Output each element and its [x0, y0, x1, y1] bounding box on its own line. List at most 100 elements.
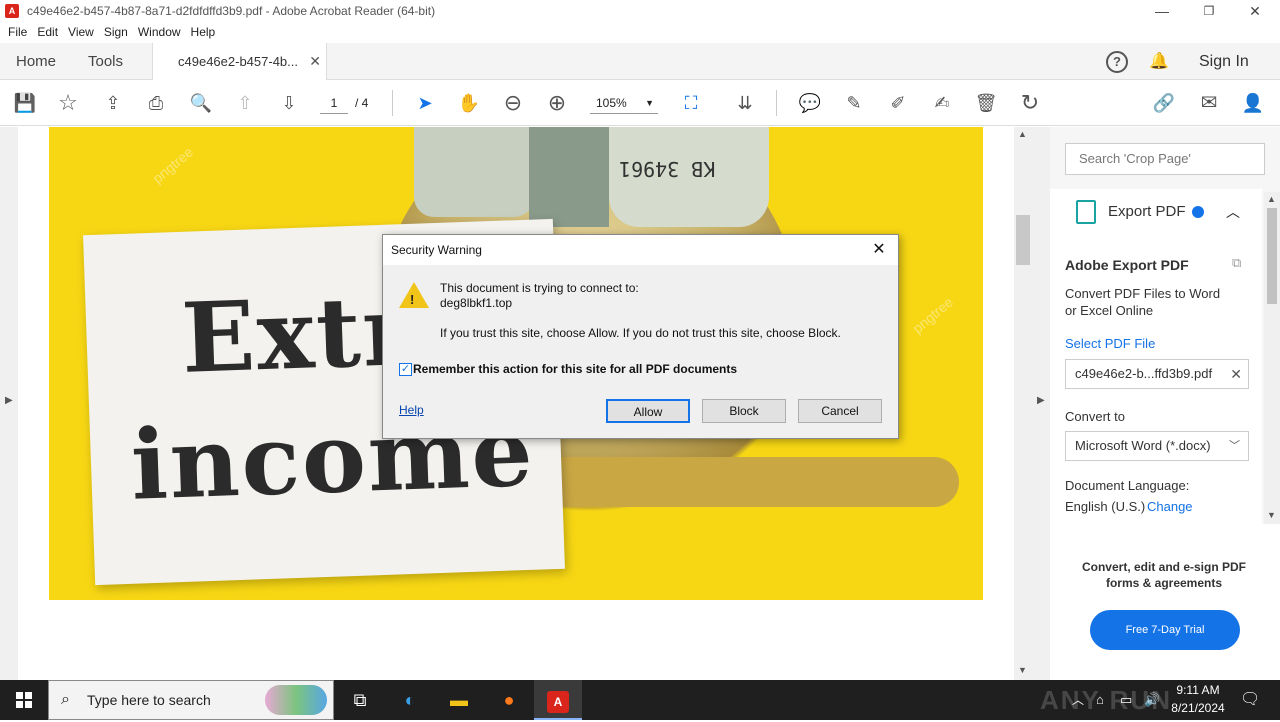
- scroll-down-icon[interactable]: ▼: [1018, 665, 1027, 675]
- search-zoom-icon[interactable]: 🔍: [188, 90, 214, 116]
- upload-icon[interactable]: ⇪: [100, 90, 126, 116]
- scroll-up-icon[interactable]: ▲: [1018, 129, 1027, 139]
- clear-file-icon[interactable]: ✕: [1230, 360, 1242, 388]
- volume-icon[interactable]: 🔊: [1144, 680, 1160, 720]
- tab-tools[interactable]: Tools: [88, 43, 123, 80]
- page-total: / 4: [355, 96, 369, 110]
- save-icon[interactable]: 💾: [12, 90, 38, 116]
- copy-icon[interactable]: ⧉: [1232, 255, 1241, 271]
- share-link-icon[interactable]: 🔗: [1151, 90, 1177, 116]
- promo-section: Convert, edit and e-sign PDF forms & agr…: [1050, 524, 1280, 682]
- menu-help[interactable]: Help: [191, 25, 216, 39]
- print-icon[interactable]: ⎙: [143, 90, 169, 116]
- promo-line-1: Convert, edit and e-sign PDF: [1081, 560, 1246, 574]
- email-icon[interactable]: ✉: [1196, 90, 1222, 116]
- money-roll-image: KB 34961: [609, 127, 769, 227]
- acrobat-taskbar-icon[interactable]: A: [534, 680, 582, 720]
- remember-label[interactable]: Remember this action for this site for a…: [413, 362, 737, 376]
- window-title: c49e46e2-b457-4b87-8a71-d2fdfdffd3b9.pdf…: [27, 4, 436, 18]
- firefox-icon[interactable]: ●: [485, 680, 533, 720]
- taskbar-search-placeholder: Type here to search: [87, 692, 211, 708]
- maximize-button[interactable]: ❐: [1186, 0, 1232, 22]
- cancel-button[interactable]: Cancel: [798, 399, 882, 423]
- card-heading: Adobe Export PDF: [1065, 257, 1189, 273]
- fit-page-icon[interactable]: ⛶: [678, 90, 704, 116]
- task-view-icon[interactable]: ⧉: [336, 680, 384, 720]
- notification-bell-icon[interactable]: 🔔: [1149, 51, 1169, 71]
- clock-time[interactable]: 9:11 AM: [1166, 683, 1230, 697]
- menu-edit[interactable]: Edit: [37, 25, 58, 39]
- tab-document[interactable]: c49e46e2-b457-4b... ✕: [152, 43, 327, 81]
- minimize-button[interactable]: —: [1139, 0, 1185, 22]
- scroll-down-icon[interactable]: ▼: [1267, 510, 1276, 520]
- scrolling-mode-icon[interactable]: ⇊: [732, 90, 758, 116]
- close-window-button[interactable]: ✕: [1232, 0, 1278, 22]
- clock-date[interactable]: 8/21/2024: [1163, 701, 1233, 715]
- toolbar-divider: [776, 90, 777, 116]
- tools-search-input[interactable]: Search 'Crop Page': [1065, 143, 1265, 175]
- hand-tool-icon[interactable]: ✋: [456, 90, 482, 116]
- expand-right-arrow-icon[interactable]: ▶: [1037, 395, 1045, 406]
- change-language-link[interactable]: Change: [1147, 499, 1193, 514]
- taskbar-search-box[interactable]: ⌕ Type here to search: [48, 680, 334, 720]
- document-scrollbar-thumb[interactable]: [1016, 215, 1030, 265]
- display-icon[interactable]: ▭: [1120, 680, 1132, 720]
- left-panel-toggle[interactable]: ▶: [0, 127, 18, 682]
- start-button[interactable]: [0, 680, 48, 720]
- scroll-up-icon[interactable]: ▲: [1267, 194, 1276, 204]
- select-tool-icon[interactable]: ➤: [412, 90, 438, 116]
- right-panel-toggle[interactable]: ▶: [1032, 127, 1050, 682]
- zoom-out-icon[interactable]: ⊖: [500, 90, 526, 116]
- export-pdf-title[interactable]: Export PDF: [1108, 203, 1186, 220]
- highlight-icon[interactable]: ✎: [841, 90, 867, 116]
- edge-browser-icon[interactable]: ◐: [386, 680, 434, 720]
- draw-icon[interactable]: ✐: [885, 90, 911, 116]
- previous-page-icon[interactable]: ⇧: [232, 90, 258, 116]
- title-bar: A c49e46e2-b457-4b87-8a71-d2fdfdffd3b9.p…: [0, 0, 1280, 22]
- delete-icon[interactable]: 🗑: [973, 90, 999, 116]
- selected-file-field[interactable]: c49e46e2-b...ffd3b9.pdf ✕: [1065, 359, 1249, 389]
- dialog-close-button[interactable]: ✕: [864, 235, 894, 265]
- page-number-input[interactable]: 1: [320, 92, 348, 114]
- panel-scrollbar-thumb[interactable]: [1267, 208, 1277, 304]
- comment-icon[interactable]: 💬: [797, 90, 823, 116]
- file-explorer-icon[interactable]: ▬: [435, 680, 483, 720]
- next-page-icon[interactable]: ⇩: [276, 90, 302, 116]
- collapse-chevron-icon[interactable]: ︿: [1226, 202, 1240, 222]
- share-user-icon[interactable]: 👤: [1240, 90, 1266, 116]
- info-badge-icon: [1192, 206, 1204, 218]
- network-icon[interactable]: ⌂: [1096, 680, 1104, 720]
- bookmark-star-icon[interactable]: ☆: [55, 90, 81, 116]
- rotate-icon[interactable]: ↻: [1017, 90, 1043, 116]
- menu-sign[interactable]: Sign: [104, 25, 128, 39]
- menu-file[interactable]: File: [8, 25, 27, 39]
- zoom-in-icon[interactable]: ⊕: [544, 90, 570, 116]
- zoom-select[interactable]: 105% ▼: [590, 92, 658, 114]
- dialog-title: Security Warning: [383, 235, 898, 265]
- promo-line-2: forms & agreements: [1105, 576, 1223, 590]
- warning-icon-mark: !: [410, 292, 415, 307]
- menu-window[interactable]: Window: [138, 25, 181, 39]
- sign-in-button[interactable]: Sign In: [1199, 43, 1249, 80]
- free-trial-button[interactable]: Free 7-Day Trial: [1090, 610, 1240, 650]
- help-icon[interactable]: ?: [1106, 51, 1128, 73]
- document-scrollbar[interactable]: ▲ ▼: [1014, 127, 1032, 682]
- allow-button[interactable]: Allow: [606, 399, 690, 423]
- block-button[interactable]: Block: [702, 399, 786, 423]
- remember-checkbox[interactable]: ✓: [399, 363, 412, 376]
- dialog-help-link[interactable]: Help: [399, 403, 424, 417]
- notifications-icon[interactable]: 🗨: [1240, 680, 1260, 720]
- acrobat-app-icon: A: [5, 4, 19, 18]
- expand-left-arrow-icon[interactable]: ▶: [5, 395, 13, 406]
- select-pdf-file-link[interactable]: Select PDF File: [1065, 336, 1155, 351]
- selected-file-name: c49e46e2-b...ffd3b9.pdf: [1075, 366, 1213, 381]
- menu-view[interactable]: View: [68, 25, 94, 39]
- format-select[interactable]: Microsoft Word (*.docx) ﹀: [1065, 431, 1249, 461]
- close-tab-icon[interactable]: ✕: [309, 43, 321, 80]
- dialog-instruction: If you trust this site, choose Allow. If…: [440, 326, 841, 340]
- tab-home[interactable]: Home: [16, 43, 56, 80]
- tab-document-label: c49e46e2-b457-4b...: [178, 54, 298, 69]
- fill-sign-icon[interactable]: ✍: [929, 90, 955, 116]
- show-hidden-icons[interactable]: ︿: [1072, 680, 1084, 720]
- banknote-portrait: [529, 127, 609, 227]
